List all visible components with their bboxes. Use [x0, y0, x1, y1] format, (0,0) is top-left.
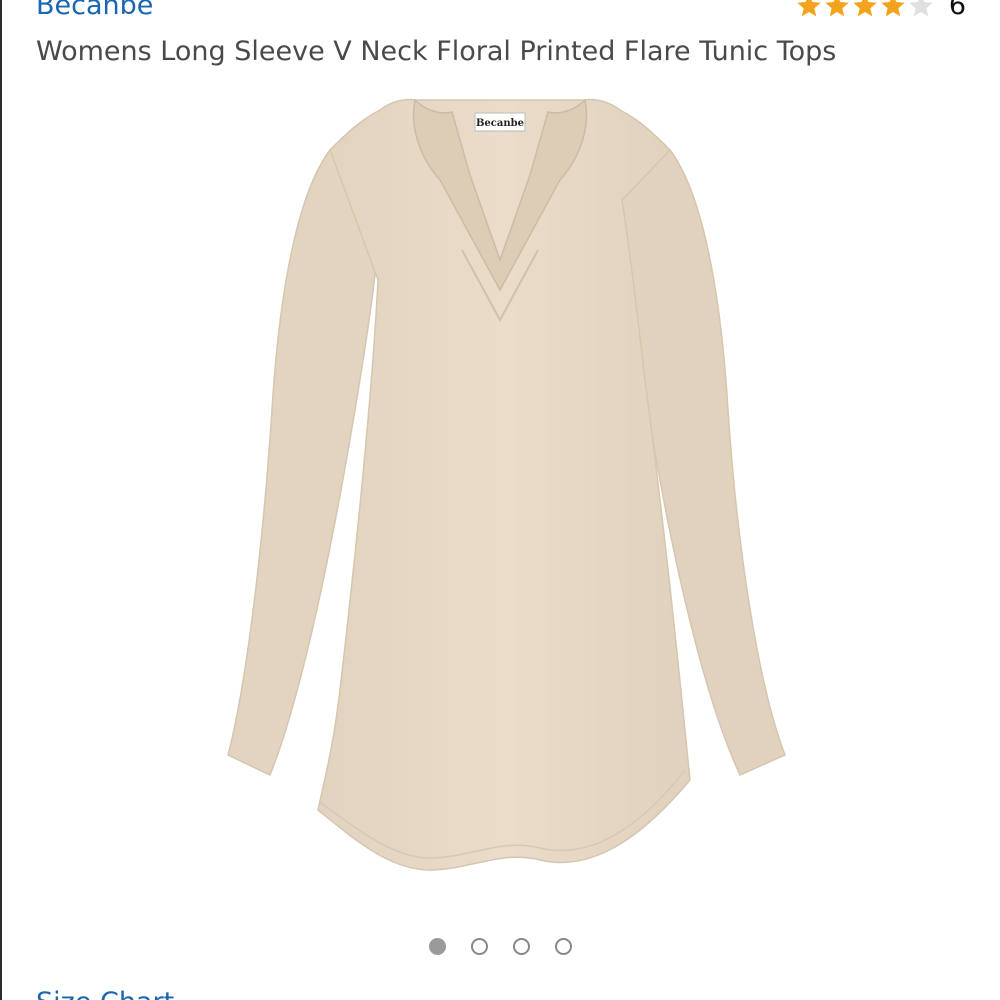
carousel-dot-3[interactable]: [512, 938, 530, 955]
star-filled-icon: [881, 0, 905, 17]
brand-link[interactable]: Becanbe: [36, 0, 153, 24]
star-empty-icon: [909, 0, 933, 17]
star-filled-icon: [825, 0, 849, 17]
carousel-dot-2[interactable]: [470, 938, 488, 955]
star-rating: [795, 0, 935, 20]
size-chart-link[interactable]: Size Chart: [36, 985, 174, 1000]
carousel-dot-1[interactable]: [428, 938, 446, 955]
carousel-dot-4[interactable]: [554, 938, 572, 955]
star-filled-icon: [853, 0, 877, 17]
rating-summary[interactable]: 6: [795, 0, 966, 24]
tunic-top-image: Becanbe: [227, 98, 786, 871]
product-page: Becanbe 6 Womens Long Sleeve V Neck Flor…: [0, 0, 1000, 1000]
star-filled-icon: [797, 0, 821, 17]
review-count: 6: [948, 0, 966, 21]
product-title: Womens Long Sleeve V Neck Floral Printed…: [36, 36, 837, 67]
product-image[interactable]: Becanbe: [0, 80, 1000, 920]
image-carousel-indicator[interactable]: [0, 938, 1000, 955]
brand-tag-label: Becanbe: [476, 118, 524, 129]
